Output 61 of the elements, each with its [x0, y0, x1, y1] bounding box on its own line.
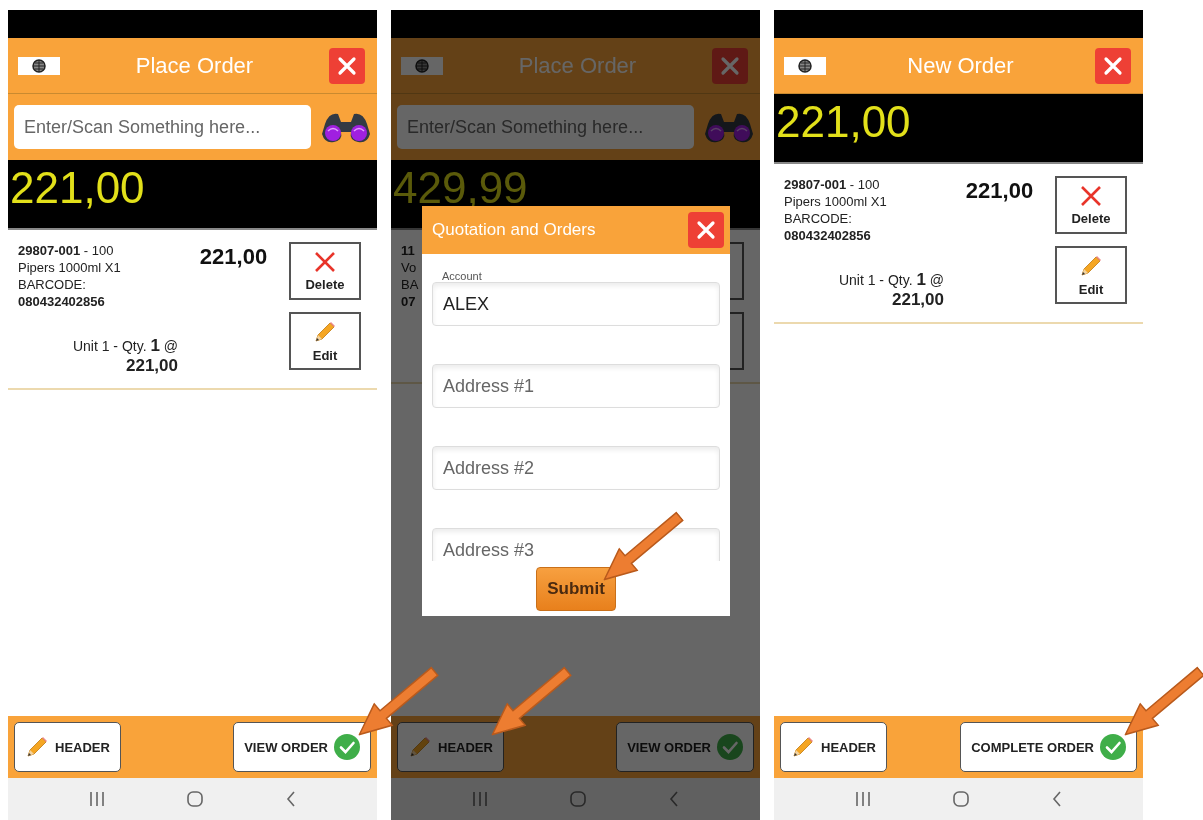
product-details: 29807-001 - 100 Pipers 1000ml X1 BARCODE: 080432402856 — [18, 242, 121, 310]
dialog-title: Quotation and Orders — [432, 220, 597, 240]
field-label: Account — [441, 269, 483, 282]
order-total: 221,00 — [776, 100, 911, 144]
close-icon — [337, 55, 357, 76]
logo-icon — [784, 56, 826, 75]
pencil-icon — [1079, 253, 1103, 278]
unit-price: 221,00 — [891, 290, 944, 310]
input-field[interactable]: Address #1 — [432, 364, 720, 408]
home-icon[interactable] — [570, 791, 587, 807]
screen-title: Place Order — [517, 52, 638, 79]
delete-icon — [1080, 184, 1102, 207]
delete-icon — [314, 250, 336, 273]
header-button[interactable]: HEADER — [14, 722, 121, 772]
pencil-icon — [791, 735, 815, 759]
delete-button[interactable]: Delete — [289, 242, 361, 300]
check-icon — [334, 734, 360, 760]
recent-apps-icon[interactable] — [855, 792, 872, 806]
item-price: 221,00 — [964, 177, 1035, 205]
product-details: 11 Vo BA 07 — [401, 242, 419, 310]
input-field[interactable]: Address #2 — [432, 446, 720, 490]
close-icon — [1103, 55, 1123, 76]
quantity-text: Unit 1 - Qty. 1 @ — [837, 270, 944, 290]
screen-title: New Order — [906, 52, 1015, 79]
pencil-icon — [25, 735, 49, 759]
recent-apps-icon[interactable] — [89, 792, 106, 806]
logo-icon — [18, 56, 60, 75]
close-button[interactable] — [329, 47, 365, 84]
close-icon — [720, 55, 740, 76]
pencil-icon — [313, 319, 337, 344]
close-button[interactable] — [1095, 47, 1131, 84]
item-price: 221,00 — [198, 243, 269, 271]
unit-price: 221,00 — [125, 356, 178, 376]
order-button[interactable]: VIEW ORDER — [233, 722, 371, 772]
input-field[interactable]: ALEX — [432, 282, 720, 326]
edit-button[interactable]: Edit — [289, 312, 361, 370]
order-total: 221,00 — [10, 166, 145, 210]
pencil-icon — [408, 735, 432, 759]
quantity-text: Unit 1 - Qty. 1 @ — [71, 336, 178, 356]
recent-apps-icon[interactable] — [472, 792, 489, 806]
back-icon[interactable] — [285, 791, 296, 807]
close-button[interactable] — [712, 47, 748, 84]
header-button[interactable]: HEADER — [780, 722, 887, 772]
delete-button[interactable]: Delete — [1055, 176, 1127, 234]
search-field[interactable]: Enter/Scan Something here... — [14, 105, 311, 149]
close-icon — [696, 220, 716, 240]
edit-button[interactable]: Edit — [1055, 246, 1127, 304]
close-button[interactable] — [688, 212, 724, 248]
check-icon — [1100, 734, 1126, 760]
back-icon[interactable] — [1051, 791, 1062, 807]
product-details: 29807-001 - 100 Pipers 1000ml X1 BARCODE: 080432402856 — [784, 176, 887, 244]
home-icon[interactable] — [187, 791, 204, 807]
back-icon[interactable] — [668, 791, 679, 807]
order-total: 429,99 — [393, 166, 528, 210]
check-icon — [717, 734, 743, 760]
order-button[interactable]: COMPLETE ORDER — [960, 722, 1137, 772]
submit-button[interactable]: Submit — [536, 566, 616, 611]
home-icon[interactable] — [953, 791, 970, 807]
screen-title: Place Order — [134, 52, 255, 79]
logo-icon — [401, 56, 443, 75]
search-field[interactable]: Enter/Scan Something here... — [397, 105, 694, 149]
